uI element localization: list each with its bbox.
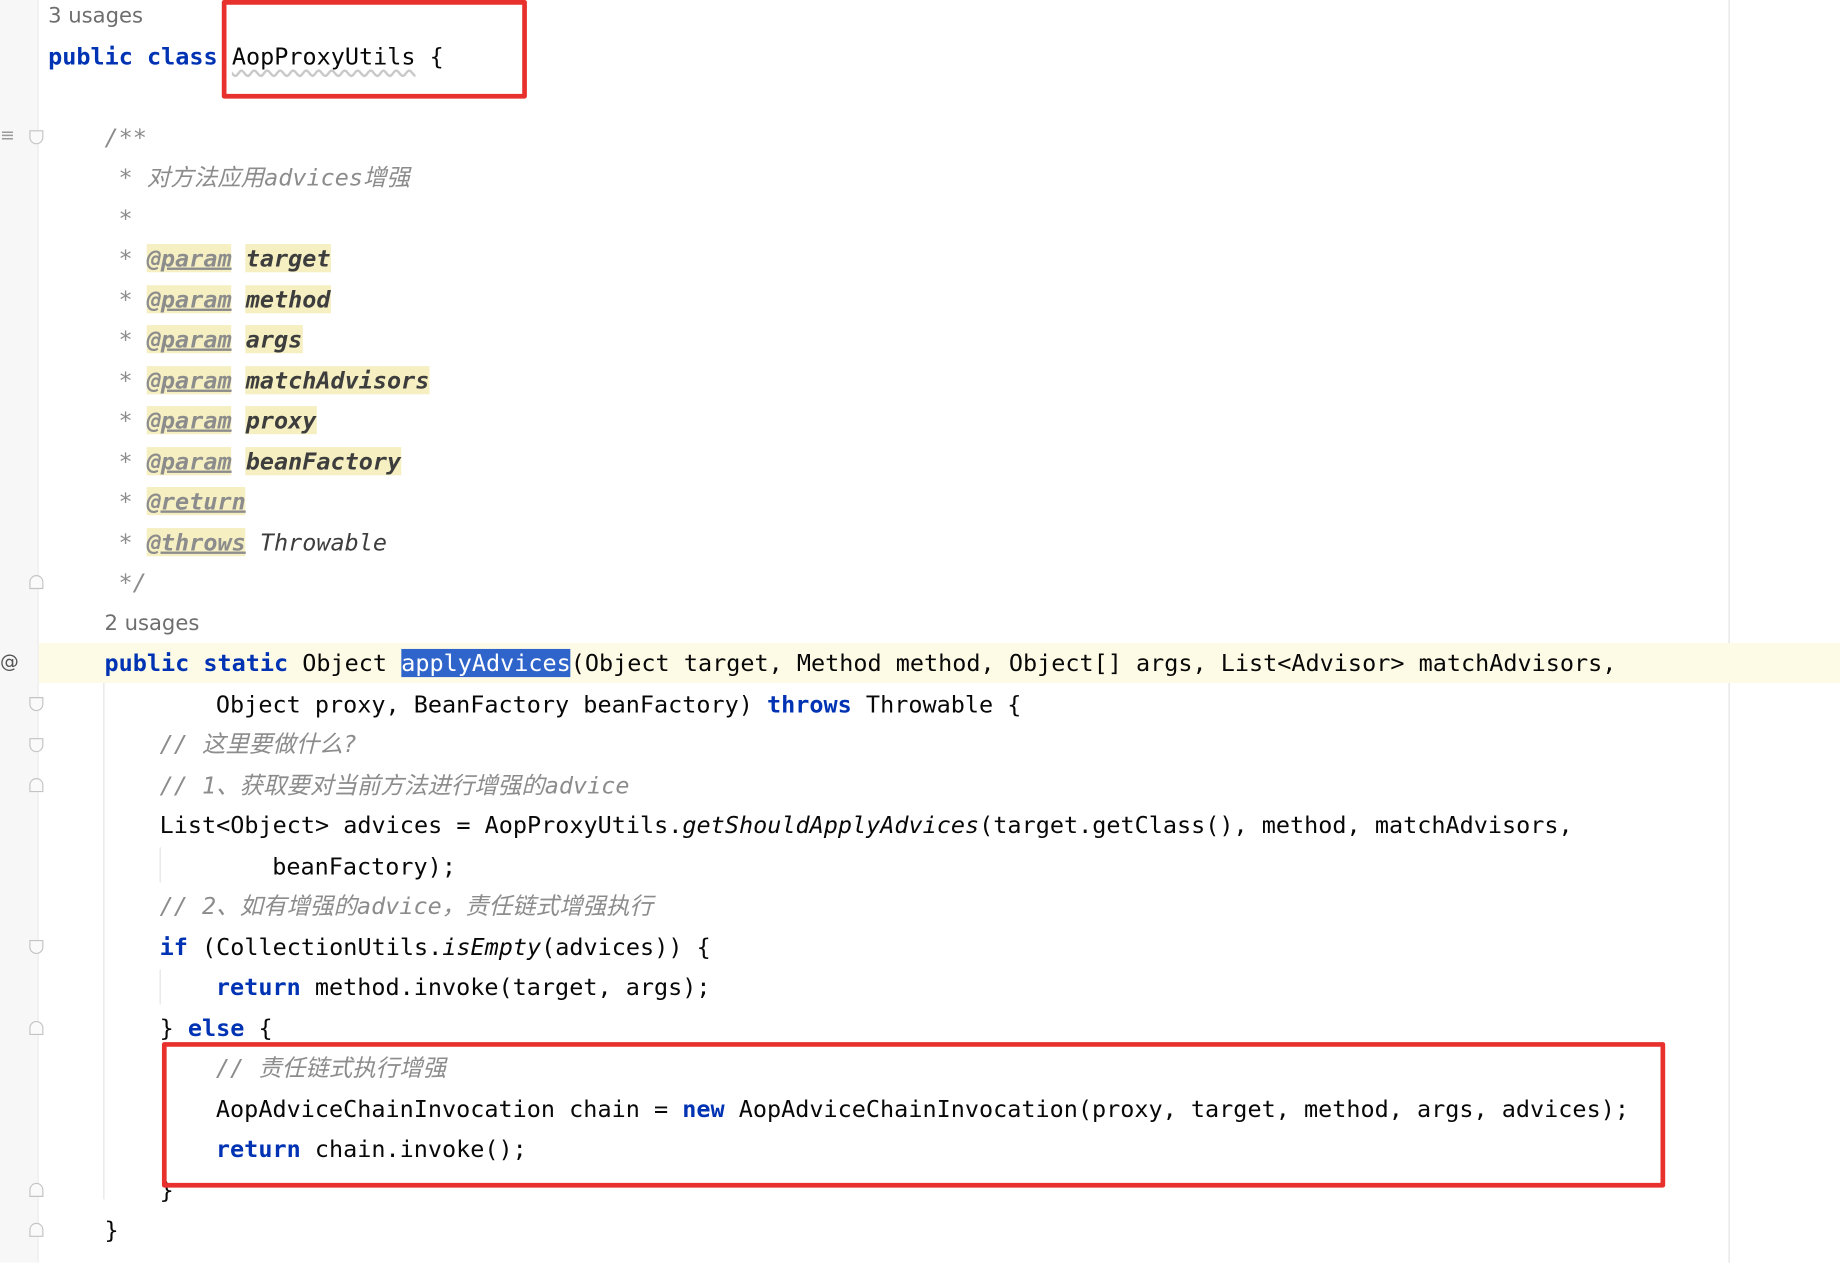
fold-marker-icon[interactable] [29,130,44,145]
code-comment: // 这里要做什么? [159,729,357,759]
fold-marker-icon[interactable] [29,697,44,712]
javadoc-close: */ [118,567,147,597]
param-name[interactable]: proxy [245,406,317,435]
indent-guide [159,847,161,883]
param-name[interactable]: args [245,325,303,354]
param-tag[interactable]: @param [146,285,232,314]
fold-marker-icon[interactable] [29,1222,44,1237]
javadoc-summary: * 对方法应用advices增强 [118,163,410,192]
code-line: return method.invoke(target, args); [215,972,711,1001]
param-tag[interactable]: @param [146,366,232,395]
param-tag[interactable]: @param [146,244,232,273]
throws-tag[interactable]: @throws [146,528,246,557]
code-line: if (CollectionUtils.isEmpty(advices)) { [159,932,711,962]
method-signature-line-2: Object proxy, BeanFactory beanFactory) t… [215,690,1022,719]
annotation-box-class-name [221,0,527,99]
class-usages-hint[interactable]: 3 usages [48,1,143,32]
fold-marker-icon[interactable] [29,939,44,955]
right-margin-guide [1728,0,1730,1263]
class-keyword: public class [48,42,218,71]
indent-guide [103,682,105,1200]
annotation-box-chain-invoke [161,1042,1666,1188]
javadoc-param-line: * @param matchAdvisors [118,366,430,395]
throws-type[interactable]: Throwable [260,528,387,556]
param-name[interactable]: beanFactory [245,447,402,476]
javadoc-param-line: * @param proxy [118,406,317,435]
javadoc-param-line: * @param method [118,285,331,314]
method-signature-line-1: public static Object applyAdvices(Object… [104,648,1617,678]
code-line: List<Object> advices = AopProxyUtils.get… [159,810,1573,840]
method-usages-hint[interactable]: 2 usages [104,609,199,640]
return-tag[interactable]: @return [146,487,246,516]
param-tag[interactable]: @param [146,447,232,476]
javadoc-toggle-icon[interactable]: ≡ [0,124,15,145]
editor-gutter[interactable] [0,0,39,1263]
fold-marker-icon[interactable] [29,1020,44,1036]
editor[interactable]: ≡ @ 3 usages public class AopProxyUtils … [0,0,1840,1263]
javadoc-blank: * [118,204,133,233]
param-name[interactable]: method [245,285,331,314]
javadoc-param-line: * @param target [118,244,331,273]
javadoc-param-line: * @param beanFactory [118,447,402,476]
override-marker-icon[interactable]: @ [0,650,19,672]
method-call[interactable]: isEmpty [442,933,541,961]
method-call[interactable]: getShouldApplyAdvices [682,811,979,839]
fold-marker-icon[interactable] [29,575,44,590]
code-line: beanFactory); [272,851,456,881]
fold-marker-icon[interactable] [29,738,44,753]
indent-guide [159,969,161,1005]
fold-marker-icon[interactable] [29,1182,44,1197]
param-name[interactable]: target [245,244,331,273]
code-comment: // 1、获取要对当前方法进行增强的advice [159,770,630,800]
fold-marker-icon[interactable] [29,778,44,793]
method-name-selected[interactable]: applyAdvices [401,648,571,678]
javadoc-throws-line: * @throws Throwable [118,528,388,557]
code-line: } [104,1215,119,1244]
param-tag[interactable]: @param [146,325,232,354]
javadoc-param-line: * @param args [118,325,303,354]
javadoc-open: /** [104,123,147,152]
param-tag[interactable]: @param [146,406,232,435]
javadoc-return-line: * @return [118,487,246,516]
param-name[interactable]: matchAdvisors [245,366,430,395]
code-comment: // 2、如有增强的advice，责任链式增强执行 [159,891,653,921]
